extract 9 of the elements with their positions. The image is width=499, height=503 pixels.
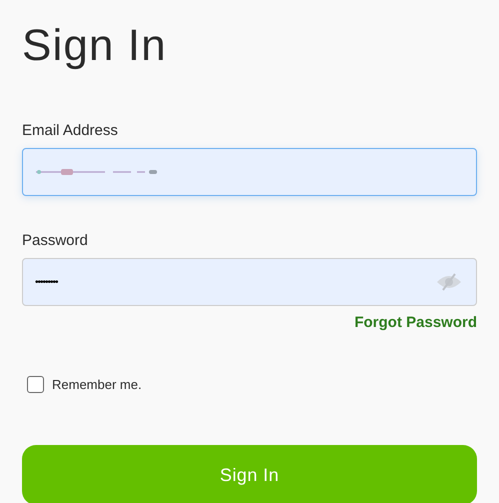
remember-label: Remember me. [52, 376, 142, 394]
forgot-password-link[interactable]: Forgot Password [354, 312, 477, 334]
email-field[interactable] [22, 148, 477, 196]
page-title: Sign In [22, 20, 167, 72]
eye-slash-icon[interactable] [436, 273, 462, 291]
email-label: Email Address [22, 122, 118, 140]
password-field[interactable]: ••••••••• [22, 258, 477, 306]
remember-checkbox[interactable] [27, 376, 44, 393]
password-label: Password [22, 232, 88, 250]
